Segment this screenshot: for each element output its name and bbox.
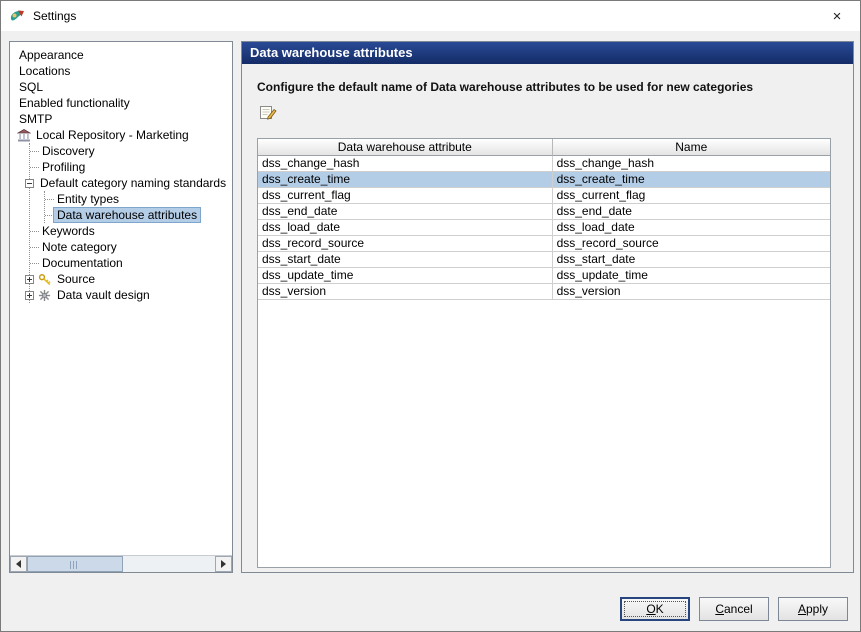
attribute-cell[interactable]: dss_current_flag: [258, 188, 553, 204]
settings-tree: Appearance Locations SQL Enabled functio…: [10, 42, 232, 555]
title-bar: Settings ×: [1, 1, 860, 31]
edit-icon: [259, 104, 277, 124]
apply-button[interactable]: Apply: [778, 597, 848, 621]
name-cell[interactable]: dss_update_time: [552, 268, 830, 284]
name-cell[interactable]: dss_start_date: [552, 252, 830, 268]
table-row-selected[interactable]: dss_create_time dss_create_time: [258, 172, 830, 188]
name-cell[interactable]: dss_version: [552, 284, 830, 300]
naming-standards-children-group: Entity types Data warehouse attributes: [44, 191, 230, 223]
attribute-cell[interactable]: dss_start_date: [258, 252, 553, 268]
instruction-text: Configure the default name of Data wareh…: [257, 80, 754, 94]
tree-item-default-category-naming-standards[interactable]: Default category naming standards: [25, 175, 230, 191]
arrow-right-icon: [221, 560, 226, 568]
attribute-cell[interactable]: dss_update_time: [258, 268, 553, 284]
close-button[interactable]: ×: [814, 1, 860, 31]
ok-button[interactable]: OK: [620, 597, 690, 621]
name-cell[interactable]: dss_change_hash: [552, 156, 830, 172]
keys-icon: [37, 272, 52, 286]
table-row[interactable]: dss_record_source dss_record_source: [258, 236, 830, 252]
tree-item-discovery[interactable]: Discovery: [30, 143, 230, 159]
repository-bank-icon: [16, 128, 31, 142]
tree-item-data-warehouse-attributes[interactable]: Data warehouse attributes: [45, 207, 230, 223]
settings-dialog: Settings × Appearance Locations SQL Enab…: [0, 0, 861, 632]
name-cell[interactable]: dss_load_date: [552, 220, 830, 236]
attribute-cell[interactable]: dss_change_hash: [258, 156, 553, 172]
data-vault-icon: [37, 288, 52, 302]
edit-attribute-button[interactable]: [257, 104, 279, 124]
expander-plus-icon[interactable]: [25, 290, 34, 300]
expander-minus-icon[interactable]: [25, 178, 34, 188]
scroll-right-button[interactable]: [215, 556, 232, 572]
name-cell[interactable]: dss_create_time: [552, 172, 830, 188]
table-row[interactable]: dss_start_date dss_start_date: [258, 252, 830, 268]
tree-item-enabled-functionality[interactable]: Enabled functionality: [16, 95, 230, 111]
name-cell[interactable]: dss_current_flag: [552, 188, 830, 204]
column-header-attribute[interactable]: Data warehouse attribute: [258, 139, 553, 156]
attribute-cell[interactable]: dss_record_source: [258, 236, 553, 252]
window-title: Settings: [33, 9, 77, 23]
name-cell[interactable]: dss_end_date: [552, 204, 830, 220]
table-row[interactable]: dss_current_flag dss_current_flag: [258, 188, 830, 204]
table-row[interactable]: dss_change_hash dss_change_hash: [258, 156, 830, 172]
tree-item-documentation[interactable]: Documentation: [30, 255, 230, 271]
name-cell[interactable]: dss_record_source: [552, 236, 830, 252]
tree-item-keywords[interactable]: Keywords: [30, 223, 230, 239]
settings-icon: [9, 8, 26, 25]
arrow-left-icon: [16, 560, 21, 568]
attribute-cell[interactable]: dss_end_date: [258, 204, 553, 220]
settings-tree-panel: Appearance Locations SQL Enabled functio…: [9, 41, 233, 573]
tree-item-data-vault-design[interactable]: Data vault design: [25, 287, 230, 303]
table-row[interactable]: dss_end_date dss_end_date: [258, 204, 830, 220]
tree-item-local-repository[interactable]: Local Repository - Marketing: [16, 127, 230, 143]
table-row[interactable]: dss_load_date dss_load_date: [258, 220, 830, 236]
attribute-cell[interactable]: dss_create_time: [258, 172, 553, 188]
table-row[interactable]: dss_update_time dss_update_time: [258, 268, 830, 284]
scroll-left-button[interactable]: [10, 556, 27, 572]
attributes-table: Data warehouse attribute Name dss_change…: [257, 138, 831, 568]
attribute-cell[interactable]: dss_load_date: [258, 220, 553, 236]
tree-hscrollbar: [10, 555, 232, 572]
table-header-row: Data warehouse attribute Name: [258, 139, 830, 156]
dialog-button-bar: OK Cancel Apply: [620, 597, 848, 621]
tree-item-locations[interactable]: Locations: [16, 63, 230, 79]
tree-item-smtp[interactable]: SMTP: [16, 111, 230, 127]
content-panel: Data warehouse attributes Configure the …: [241, 41, 854, 573]
tree-item-source[interactable]: Source: [25, 271, 230, 287]
expander-plus-icon[interactable]: [25, 274, 34, 284]
tree-item-appearance[interactable]: Appearance: [16, 47, 230, 63]
scrollbar-track[interactable]: [27, 556, 215, 572]
attribute-cell[interactable]: dss_version: [258, 284, 553, 300]
tree-item-profiling[interactable]: Profiling: [30, 159, 230, 175]
table-row[interactable]: dss_version dss_version: [258, 284, 830, 300]
scrollbar-thumb[interactable]: [27, 556, 123, 572]
cancel-button[interactable]: Cancel: [699, 597, 769, 621]
tree-item-entity-types[interactable]: Entity types: [45, 191, 230, 207]
repository-children-group: Discovery Profiling Default category nam…: [25, 143, 230, 303]
column-header-name[interactable]: Name: [552, 139, 830, 156]
tree-item-sql[interactable]: SQL: [16, 79, 230, 95]
tree-item-note-category[interactable]: Note category: [30, 239, 230, 255]
section-header: Data warehouse attributes: [242, 42, 853, 64]
